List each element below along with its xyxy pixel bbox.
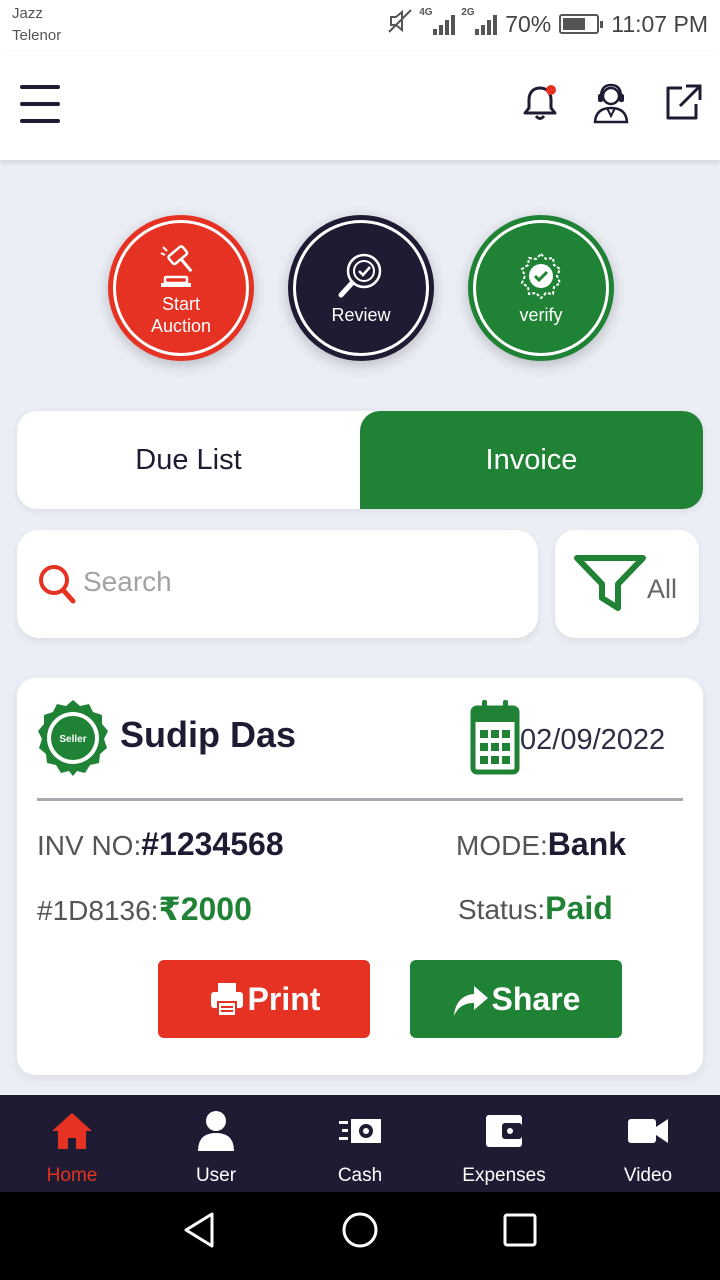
mode-row: MODE:Bank bbox=[456, 826, 626, 863]
nav-user[interactable]: User bbox=[144, 1095, 288, 1192]
tab-due-list[interactable]: Due List bbox=[17, 411, 360, 509]
search-box bbox=[17, 530, 538, 638]
nav-user-label: User bbox=[195, 1165, 237, 1186]
review-button[interactable]: Review bbox=[288, 215, 434, 361]
divider bbox=[37, 798, 683, 801]
svg-text:Seller: Seller bbox=[59, 734, 86, 745]
mode-value: Bank bbox=[547, 826, 627, 862]
gavel-icon bbox=[155, 239, 207, 291]
filter-label: All bbox=[647, 574, 678, 604]
home-icon bbox=[50, 1109, 94, 1153]
seller-name: Sudip Das bbox=[120, 714, 297, 755]
list-tabs: Due List Invoice bbox=[17, 411, 703, 509]
search-input[interactable] bbox=[83, 560, 513, 604]
amount-value: ₹2000 bbox=[158, 891, 252, 927]
back-icon[interactable] bbox=[180, 1210, 220, 1250]
signal-icon: 4G bbox=[419, 7, 456, 35]
seller-badge: Seller bbox=[37, 698, 109, 778]
amount-row: #1D8136:₹2000 bbox=[37, 890, 252, 928]
system-navigation-bar bbox=[0, 1192, 720, 1280]
recents-icon[interactable] bbox=[500, 1210, 540, 1250]
mode-label: MODE: bbox=[456, 830, 548, 861]
review-label: Review bbox=[331, 305, 391, 325]
status-row: Status:Paid bbox=[458, 890, 613, 927]
nav-cash[interactable]: Cash bbox=[288, 1095, 432, 1192]
start-auction-label: Start Auction bbox=[150, 294, 212, 336]
share-arrow-icon bbox=[453, 986, 488, 1016]
network-type-secondary: 2G bbox=[461, 7, 475, 18]
clock: 11:07 PM bbox=[611, 10, 708, 37]
status-label: Status: bbox=[458, 894, 546, 925]
inv-no-value: #1234568 bbox=[141, 826, 284, 862]
status-value: Paid bbox=[545, 890, 613, 926]
bottom-navigation: Home User Cash Expenses Video bbox=[0, 1095, 720, 1192]
nav-home-label: Home bbox=[46, 1165, 98, 1186]
nav-home[interactable]: Home bbox=[0, 1095, 144, 1192]
printer-icon bbox=[210, 983, 243, 1017]
verify-button[interactable]: verify bbox=[468, 215, 614, 361]
wallet-icon bbox=[482, 1109, 526, 1153]
share-button[interactable]: Share bbox=[410, 960, 622, 1038]
nav-expenses[interactable]: Expenses bbox=[432, 1095, 576, 1192]
cash-icon bbox=[338, 1109, 382, 1153]
external-link-icon[interactable] bbox=[660, 80, 704, 124]
tab-invoice[interactable]: Invoice bbox=[360, 411, 703, 509]
invoice-card[interactable]: Seller Sudip Das 02/09/2022 INV NO:#1234… bbox=[17, 678, 703, 1075]
id-label: #1D8136: bbox=[37, 895, 159, 926]
magnify-check-icon bbox=[335, 250, 387, 302]
filter-icon bbox=[573, 554, 647, 612]
filter-button[interactable]: All bbox=[555, 530, 699, 638]
support-agent-icon[interactable] bbox=[589, 80, 633, 124]
carrier-name: Jazz bbox=[12, 5, 43, 22]
nav-video[interactable]: Video bbox=[576, 1095, 720, 1192]
share-label: Share bbox=[491, 980, 581, 1017]
search-icon bbox=[37, 562, 77, 606]
battery-percent: 70% bbox=[505, 10, 552, 37]
home-circle-icon[interactable] bbox=[340, 1210, 380, 1250]
video-camera-icon bbox=[626, 1109, 670, 1153]
start-auction-button[interactable]: Start Auction bbox=[108, 215, 254, 361]
nav-expenses-label: Expenses bbox=[462, 1165, 546, 1186]
invoice-number-row: INV NO:#1234568 bbox=[37, 826, 284, 863]
app-header bbox=[0, 52, 720, 160]
verify-label: verify bbox=[519, 305, 563, 325]
user-icon bbox=[194, 1109, 238, 1153]
bell-icon[interactable] bbox=[518, 80, 562, 124]
status-icons: 4G 2G 70% 11:07 PM bbox=[387, 7, 708, 40]
mute-icon bbox=[387, 8, 413, 40]
status-bar: Jazz Telenor 4G 2G 70% 11:07 PM bbox=[0, 0, 720, 52]
nav-cash-label: Cash bbox=[337, 1165, 383, 1186]
nav-video-label: Video bbox=[623, 1165, 673, 1186]
calendar-icon bbox=[470, 696, 520, 776]
print-button[interactable]: Print bbox=[158, 960, 370, 1038]
network-type: 4G bbox=[419, 7, 433, 18]
verified-badge-icon bbox=[515, 250, 567, 302]
battery-icon bbox=[559, 14, 604, 34]
carrier-name-secondary: Telenor bbox=[12, 27, 62, 44]
print-label: Print bbox=[247, 980, 321, 1017]
signal-icon-secondary: 2G bbox=[461, 7, 498, 35]
inv-no-label: INV NO: bbox=[37, 830, 142, 861]
invoice-date: 02/09/2022 bbox=[520, 724, 666, 756]
menu-icon[interactable] bbox=[20, 85, 60, 123]
